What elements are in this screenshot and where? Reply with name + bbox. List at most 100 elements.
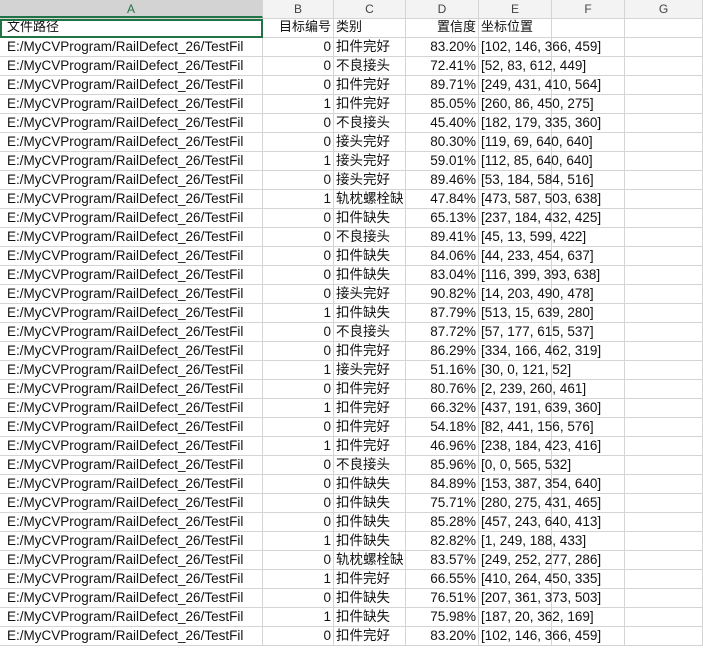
cell-d[interactable]: 80.30% xyxy=(406,133,479,152)
cell-e[interactable]: [513, 15, 639, 280] xyxy=(479,304,594,323)
column-header-a[interactable]: A xyxy=(0,0,263,18)
cell-g[interactable] xyxy=(625,266,703,285)
cell-c[interactable]: 扣件完好 xyxy=(334,342,406,361)
cell-g[interactable] xyxy=(625,399,703,418)
cell-a[interactable]: E:/MyCVProgram/RailDefect_26/TestFil xyxy=(0,342,263,361)
cell-a[interactable]: E:/MyCVProgram/RailDefect_26/TestFil xyxy=(0,171,263,190)
cell-b[interactable]: 1 xyxy=(263,399,334,418)
cell-d[interactable]: 86.29% xyxy=(406,342,479,361)
cell-g[interactable] xyxy=(625,380,703,399)
cell-b[interactable]: 0 xyxy=(263,475,334,494)
cell-a[interactable]: E:/MyCVProgram/RailDefect_26/TestFil xyxy=(0,114,263,133)
cell-d[interactable]: 89.41% xyxy=(406,228,479,247)
cell-d[interactable]: 54.18% xyxy=(406,418,479,437)
cell-e[interactable]: [410, 264, 450, 335] xyxy=(479,570,601,589)
cell-a[interactable]: E:/MyCVProgram/RailDefect_26/TestFil xyxy=(0,437,263,456)
cell-a[interactable]: E:/MyCVProgram/RailDefect_26/TestFil xyxy=(0,475,263,494)
cell-b[interactable]: 0 xyxy=(263,266,334,285)
cell-d[interactable]: 87.72% xyxy=(406,323,479,342)
cell-e[interactable]: [334, 166, 462, 319] xyxy=(479,342,601,361)
cell-c[interactable]: 扣件缺失 xyxy=(334,494,406,513)
cell-g[interactable] xyxy=(625,513,703,532)
cell-a[interactable]: E:/MyCVProgram/RailDefect_26/TestFil xyxy=(0,95,263,114)
cell-c[interactable]: 接头完好 xyxy=(334,285,406,304)
cell-b[interactable]: 1 xyxy=(263,95,334,114)
cell-a[interactable]: E:/MyCVProgram/RailDefect_26/TestFil xyxy=(0,570,263,589)
cell-e[interactable]: [82, 441, 156, 576] xyxy=(479,418,594,437)
cell-a[interactable]: E:/MyCVProgram/RailDefect_26/TestFil xyxy=(0,228,263,247)
cell-d[interactable]: 76.51% xyxy=(406,589,479,608)
cell-d[interactable]: 66.55% xyxy=(406,570,479,589)
cell-c[interactable]: 接头完好 xyxy=(334,133,406,152)
cell-g[interactable] xyxy=(625,570,703,589)
cell-b[interactable]: 目标编号 xyxy=(263,19,334,38)
cell-b[interactable]: 0 xyxy=(263,228,334,247)
cell-g[interactable] xyxy=(625,228,703,247)
cell-e[interactable]: [102, 146, 366, 459] xyxy=(479,38,601,57)
cell-f[interactable] xyxy=(552,19,625,38)
cell-a[interactable]: E:/MyCVProgram/RailDefect_26/TestFil xyxy=(0,266,263,285)
cell-a[interactable]: E:/MyCVProgram/RailDefect_26/TestFil xyxy=(0,456,263,475)
cell-g[interactable] xyxy=(625,532,703,551)
cell-c[interactable]: 扣件缺失 xyxy=(334,304,406,323)
cell-b[interactable]: 0 xyxy=(263,513,334,532)
cell-a[interactable]: E:/MyCVProgram/RailDefect_26/TestFil xyxy=(0,513,263,532)
cell-g[interactable] xyxy=(625,190,703,209)
cell-a[interactable]: E:/MyCVProgram/RailDefect_26/TestFil xyxy=(0,399,263,418)
cell-b[interactable]: 1 xyxy=(263,190,334,209)
cell-a[interactable]: E:/MyCVProgram/RailDefect_26/TestFil xyxy=(0,418,263,437)
cell-e[interactable]: [437, 191, 639, 360] xyxy=(479,399,601,418)
cell-a[interactable]: E:/MyCVProgram/RailDefect_26/TestFil xyxy=(0,209,263,228)
cell-g[interactable] xyxy=(625,361,703,380)
cell-d[interactable]: 75.71% xyxy=(406,494,479,513)
cell-d[interactable]: 89.46% xyxy=(406,171,479,190)
column-header-f[interactable]: F xyxy=(552,0,625,18)
cell-b[interactable]: 1 xyxy=(263,152,334,171)
cell-a[interactable]: E:/MyCVProgram/RailDefect_26/TestFil xyxy=(0,285,263,304)
cell-e[interactable]: [0, 0, 565, 532] xyxy=(479,456,571,475)
cell-d[interactable]: 65.13% xyxy=(406,209,479,228)
cell-e[interactable]: [249, 431, 410, 564] xyxy=(479,76,601,95)
cell-d[interactable]: 84.06% xyxy=(406,247,479,266)
cell-e[interactable]: [102, 146, 366, 459] xyxy=(479,627,601,646)
cell-e[interactable]: [1, 249, 188, 433] xyxy=(479,532,586,551)
cell-g[interactable] xyxy=(625,133,703,152)
cell-d[interactable]: 85.96% xyxy=(406,456,479,475)
cell-b[interactable]: 0 xyxy=(263,380,334,399)
cell-c[interactable]: 扣件缺失 xyxy=(334,589,406,608)
cell-c[interactable]: 扣件完好 xyxy=(334,627,406,646)
cell-g[interactable] xyxy=(625,114,703,133)
cell-a[interactable]: 文件路径 xyxy=(0,19,263,38)
cell-d[interactable]: 80.76% xyxy=(406,380,479,399)
cell-e[interactable]: [473, 587, 503, 638] xyxy=(479,190,601,209)
cell-c[interactable]: 轨枕螺栓缺 xyxy=(334,551,406,570)
cell-b[interactable]: 0 xyxy=(263,57,334,76)
cell-a[interactable]: E:/MyCVProgram/RailDefect_26/TestFil xyxy=(0,551,263,570)
cell-a[interactable]: E:/MyCVProgram/RailDefect_26/TestFil xyxy=(0,589,263,608)
cell-e[interactable]: [116, 399, 393, 638] xyxy=(479,266,600,285)
cell-a[interactable]: E:/MyCVProgram/RailDefect_26/TestFil xyxy=(0,190,263,209)
cell-e[interactable]: [260, 86, 450, 275] xyxy=(479,95,594,114)
cell-b[interactable]: 0 xyxy=(263,247,334,266)
cell-b[interactable]: 0 xyxy=(263,418,334,437)
cell-e[interactable]: [53, 184, 584, 516] xyxy=(479,171,594,190)
cell-g[interactable] xyxy=(625,589,703,608)
cell-d[interactable]: 置信度 xyxy=(406,19,479,38)
cell-g[interactable] xyxy=(625,342,703,361)
cell-b[interactable]: 0 xyxy=(263,323,334,342)
cell-c[interactable]: 轨枕螺栓缺 xyxy=(334,190,406,209)
cell-g[interactable] xyxy=(625,95,703,114)
cell-g[interactable] xyxy=(625,456,703,475)
cell-g[interactable] xyxy=(625,418,703,437)
cell-a[interactable]: E:/MyCVProgram/RailDefect_26/TestFil xyxy=(0,380,263,399)
cell-c[interactable]: 扣件完好 xyxy=(334,570,406,589)
cell-b[interactable]: 1 xyxy=(263,437,334,456)
cell-a[interactable]: E:/MyCVProgram/RailDefect_26/TestFil xyxy=(0,361,263,380)
cell-e[interactable]: [207, 361, 373, 503] xyxy=(479,589,601,608)
cell-g[interactable] xyxy=(625,209,703,228)
cell-g[interactable] xyxy=(625,76,703,95)
cell-d[interactable]: 85.28% xyxy=(406,513,479,532)
cell-c[interactable]: 扣件完好 xyxy=(334,437,406,456)
cell-b[interactable]: 0 xyxy=(263,209,334,228)
cell-c[interactable]: 扣件缺失 xyxy=(334,209,406,228)
